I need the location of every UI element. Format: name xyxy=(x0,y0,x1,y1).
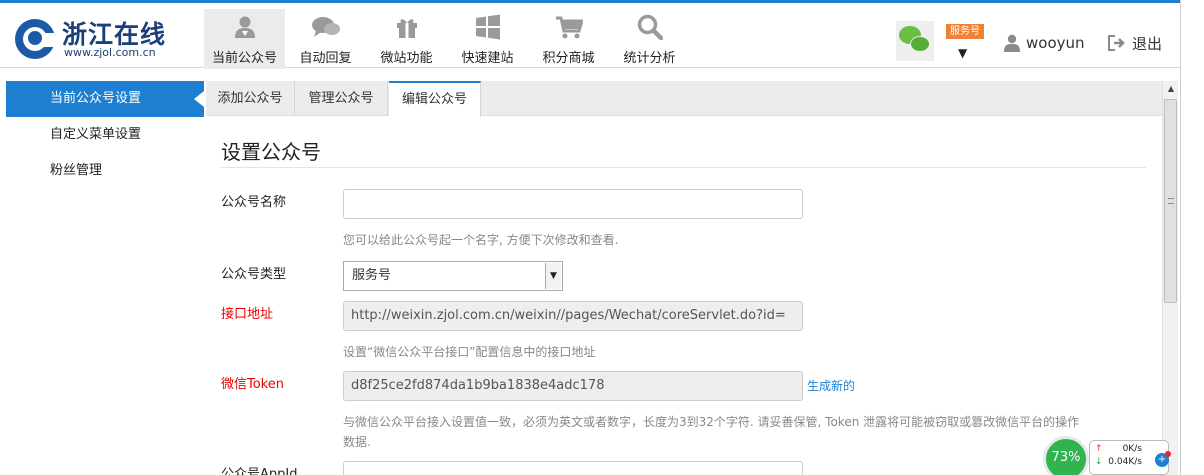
account-type-select[interactable]: 服务号 ▼ xyxy=(343,261,563,291)
shopping-cart-icon xyxy=(528,13,609,41)
type-label: 公众号类型 xyxy=(221,267,287,282)
upload-speed: ↑ 0K/s xyxy=(1095,444,1142,454)
token-label: 微信Token xyxy=(221,377,284,392)
sidebar-item-custom-menu[interactable]: 自定义菜单设置 xyxy=(6,117,204,153)
usage-percent: 73% xyxy=(1043,436,1089,475)
sidebar: 当前公众号设置 自定义菜单设置 粉丝管理 xyxy=(6,81,204,475)
sidebar-item-label: 自定义菜单设置 xyxy=(50,127,142,142)
nav-label: 微站功能 xyxy=(380,51,433,66)
user-icon xyxy=(204,13,285,41)
name-hint: 您可以给此公众号起一个名字, 方便下次修改和查看. xyxy=(343,233,619,247)
token-hint-line1: 与微信公众平台接入设置值一致，必须为英文或者数字，长度为3到32个字符. 请妥善… xyxy=(343,415,1080,429)
tab-bar: 添加公众号 管理公众号 编辑公众号 xyxy=(206,81,1162,117)
nav-label: 当前公众号 xyxy=(211,51,277,66)
main-content: 添加公众号 管理公众号 编辑公众号 设置公众号 公众号名称 您可以给此公众号起一… xyxy=(206,81,1162,475)
page-title: 设置公众号 xyxy=(221,140,321,164)
app-window: 浙江在线 www.zjol.com.cn 当前公众号 自动回复 微站功能 快速建… xyxy=(0,0,1204,475)
token-field[interactable]: d8f25ce2fd874da1b9ba1838e4adc178 xyxy=(343,371,803,401)
selected-value: 服务号 xyxy=(352,268,392,283)
sidebar-item-fans[interactable]: 粉丝管理 xyxy=(6,153,204,189)
nav-item-micro-site[interactable]: 微站功能 xyxy=(366,9,447,69)
nav-item-current-account[interactable]: 当前公众号 xyxy=(204,9,285,69)
search-icon xyxy=(609,13,690,41)
interface-url-field[interactable]: http://weixin.zjol.com.cn/weixin//pages/… xyxy=(343,301,803,331)
logout-button[interactable]: 退出 xyxy=(1108,33,1162,53)
name-label: 公众号名称 xyxy=(221,195,287,210)
username: wooyun xyxy=(1026,34,1085,52)
top-header: 浙江在线 www.zjol.com.cn 当前公众号 自动回复 微站功能 快速建… xyxy=(0,0,1180,69)
vertical-scrollbar[interactable]: ▲ xyxy=(1162,81,1178,475)
sidebar-item-account-settings[interactable]: 当前公众号设置 xyxy=(6,81,204,117)
main-nav: 当前公众号 自动回复 微站功能 快速建站 积分商城 统计分析 xyxy=(204,9,690,69)
nav-label: 统计分析 xyxy=(623,51,676,66)
nav-item-auto-reply[interactable]: 自动回复 xyxy=(285,9,366,69)
nav-label: 快速建站 xyxy=(461,51,514,66)
url-hint: 设置“微信公众平台接口”配置信息中的接口地址 xyxy=(343,345,596,359)
chat-bubbles-icon xyxy=(285,13,366,41)
account-name-input[interactable] xyxy=(343,189,803,219)
download-speed: ↓ 0.04K/s xyxy=(1095,457,1142,467)
logout-icon xyxy=(1108,35,1125,51)
logo-url: www.zjol.com.cn xyxy=(64,46,156,59)
tab-manage-account[interactable]: 管理公众号 xyxy=(295,81,388,116)
url-label: 接口地址 xyxy=(221,307,274,322)
nav-label: 自动回复 xyxy=(299,51,352,66)
windows-icon xyxy=(447,13,528,41)
sidebar-item-label: 当前公众号设置 xyxy=(50,91,142,106)
account-type-badge: 服务号 xyxy=(946,24,984,39)
user-menu[interactable]: wooyun xyxy=(1004,33,1085,53)
logout-label: 退出 xyxy=(1132,34,1163,53)
generate-token-link[interactable]: 生成新的 xyxy=(807,377,855,394)
scrollbar-thumb[interactable] xyxy=(1164,99,1177,303)
window-edge xyxy=(1180,0,1204,475)
chevron-down-icon: ▼ xyxy=(545,263,561,289)
appid-input[interactable] xyxy=(343,461,803,475)
plus-icon[interactable]: + xyxy=(1155,451,1171,467)
appid-label: 公众号AppId xyxy=(221,467,298,475)
network-speed-widget[interactable]: 73% ↑ 0K/s ↓ 0.04K/s + xyxy=(1043,436,1171,475)
divider xyxy=(221,167,1146,168)
logo-mark-icon xyxy=(15,19,57,59)
active-pointer-icon xyxy=(194,91,204,107)
site-logo[interactable]: 浙江在线 www.zjol.com.cn xyxy=(12,13,192,63)
nav-item-quick-build[interactable]: 快速建站 xyxy=(447,9,528,69)
nav-label: 积分商城 xyxy=(542,51,595,66)
token-hint-line2: 数据. xyxy=(343,435,371,449)
wechat-account-avatar[interactable] xyxy=(896,21,934,61)
sidebar-item-label: 粉丝管理 xyxy=(50,163,103,178)
nav-item-statistics[interactable]: 统计分析 xyxy=(609,9,690,69)
account-dropdown-arrow[interactable]: ▼ xyxy=(958,46,967,60)
nav-item-points-mall[interactable]: 积分商城 xyxy=(528,9,609,69)
user-icon xyxy=(1004,34,1020,52)
gift-icon xyxy=(366,13,447,41)
tab-add-account[interactable]: 添加公众号 xyxy=(206,81,295,116)
tab-edit-account[interactable]: 编辑公众号 xyxy=(389,81,481,117)
scroll-up-icon[interactable]: ▲ xyxy=(1163,81,1179,97)
